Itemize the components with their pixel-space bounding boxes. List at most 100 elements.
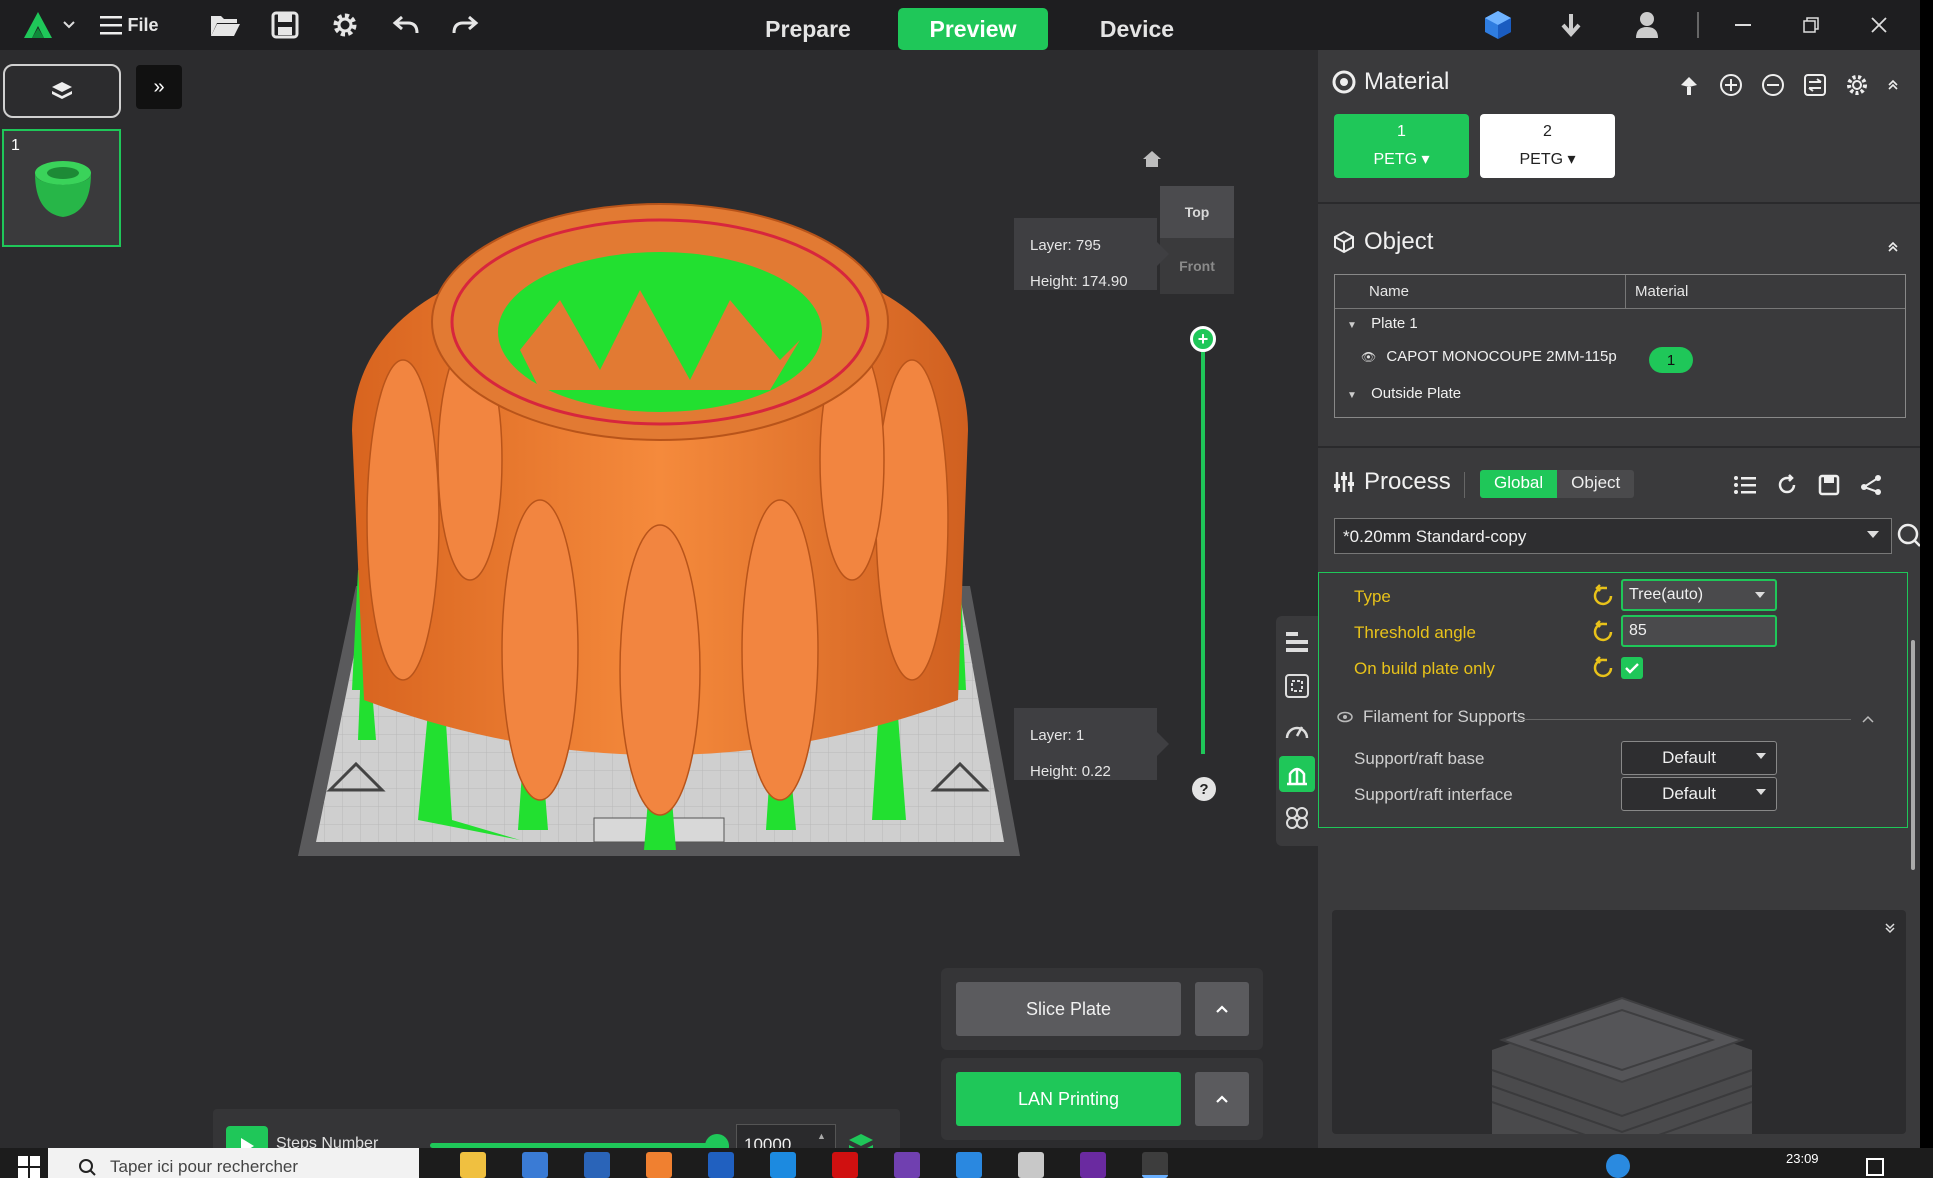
windows-start-icon[interactable] (18, 1156, 40, 1178)
view-cube-front[interactable]: Front (1160, 238, 1234, 294)
compare-presets-button[interactable] (1772, 470, 1802, 500)
play-button[interactable] (226, 1126, 268, 1148)
layers-stack-icon[interactable] (847, 1131, 875, 1148)
object-row[interactable]: 👁 CAPOT MONOCOUPE 2MM-115p (1361, 348, 1617, 365)
account-button[interactable] (1632, 8, 1662, 42)
gallery-icon[interactable] (894, 1152, 920, 1178)
firefox-icon[interactable] (646, 1152, 672, 1178)
save-preset-button[interactable] (1814, 470, 1844, 500)
file-explorer-icon[interactable] (460, 1152, 486, 1178)
close-button[interactable] (1854, 8, 1904, 42)
on-build-plate-checkbox[interactable] (1621, 657, 1643, 679)
model-store-button[interactable] (1480, 8, 1516, 42)
support-base-select[interactable]: Default (1621, 741, 1777, 775)
threshold-angle-input[interactable]: 85 (1621, 615, 1777, 647)
object-material-badge[interactable]: 1 (1649, 347, 1693, 373)
speed-view-button[interactable] (1279, 712, 1315, 748)
add-filament-button[interactable] (1716, 70, 1746, 100)
layer-slider-track[interactable] (1201, 338, 1205, 754)
eye-icon[interactable]: 👁 (1361, 350, 1376, 364)
undo-button[interactable] (389, 8, 423, 42)
app-grid-icon[interactable] (708, 1152, 734, 1178)
slice-options-button[interactable] (1195, 982, 1249, 1036)
plate-thumbnail[interactable]: 1 (2, 129, 121, 247)
reset-arrow-icon[interactable] (1591, 655, 1617, 681)
spin-up-icon[interactable]: ▲ (817, 1129, 826, 1144)
notepad-icon[interactable] (1018, 1152, 1044, 1178)
lan-printing-button[interactable]: LAN Printing (956, 1072, 1181, 1126)
column-name[interactable]: Name (1369, 283, 1409, 300)
minus-circle-icon (1762, 74, 1784, 96)
save-project-button[interactable] (268, 8, 302, 42)
legend-toggle-button[interactable] (1279, 624, 1315, 660)
expand-sidebar-button[interactable]: » (136, 65, 182, 109)
reset-arrow-icon[interactable] (1591, 583, 1617, 609)
outside-plate-row[interactable]: ▼ Outside Plate (1347, 385, 1461, 402)
fit-view-button[interactable] (1279, 668, 1315, 704)
preferences-button[interactable] (328, 8, 362, 42)
edge-icon[interactable] (956, 1152, 982, 1178)
expand-triangle-icon[interactable]: ▼ (1347, 390, 1357, 401)
search-settings-button[interactable] (1894, 520, 1920, 550)
home-view-icon[interactable] (1141, 148, 1163, 170)
yahoo-icon[interactable] (1080, 1152, 1106, 1178)
minimize-button[interactable] (1718, 8, 1768, 42)
column-material[interactable]: Material (1635, 283, 1688, 300)
expand-triangle-icon[interactable]: ▼ (1347, 320, 1357, 331)
view-cube[interactable]: Top Front (1160, 186, 1234, 296)
store-icon[interactable] (522, 1152, 548, 1178)
restore-button[interactable] (1786, 8, 1836, 42)
steps-slider-handle[interactable] (705, 1134, 729, 1148)
help-tray-icon[interactable] (1606, 1154, 1630, 1178)
taskbar-search-input[interactable]: Taper ici pour rechercher (48, 1148, 419, 1178)
slicer-taskbar-icon[interactable] (1142, 1152, 1168, 1178)
filament-slot-2[interactable]: 2 PETG ▾ (1480, 114, 1615, 178)
steps-spinner[interactable]: ▲▼ (817, 1129, 826, 1148)
plate-list-toggle[interactable] (3, 64, 121, 118)
reset-arrow-icon[interactable] (1591, 619, 1617, 645)
list-icon (1734, 476, 1756, 494)
filament-slot-type[interactable]: PETG ▾ (1373, 146, 1429, 174)
filament-settings-button[interactable] (1842, 70, 1872, 100)
remove-filament-button[interactable] (1758, 70, 1788, 100)
filament-supports-header[interactable]: Filament for Supports (1337, 707, 1902, 737)
chevron-up-icon[interactable] (1862, 715, 1874, 723)
arrange-button[interactable] (1279, 800, 1315, 836)
help-button[interactable]: ? (1192, 777, 1216, 801)
filament-slot-type[interactable]: PETG ▾ (1519, 146, 1575, 174)
support-view-button[interactable] (1279, 756, 1315, 792)
filament-slot-1[interactable]: 1 PETG ▾ (1334, 114, 1469, 178)
sync-filament-button[interactable] (1800, 70, 1830, 100)
open-project-button[interactable] (207, 8, 243, 42)
chevron-up-icon (1216, 1095, 1228, 1103)
settings-scrollbar[interactable] (1911, 640, 1915, 870)
scope-object-button[interactable]: Object (1557, 470, 1635, 498)
tab-prepare[interactable]: Prepare (733, 8, 883, 50)
app-logo-menu[interactable] (20, 8, 78, 42)
layer-slider-top-handle[interactable]: + (1190, 326, 1216, 352)
file-menu-button[interactable]: File (96, 8, 162, 42)
opera-icon[interactable] (832, 1152, 858, 1178)
taskbar-clock[interactable]: 23:09 (1786, 1151, 1819, 1166)
mail-icon[interactable] (584, 1152, 610, 1178)
redo-button[interactable] (448, 8, 482, 42)
print-options-button[interactable] (1195, 1072, 1249, 1126)
support-interface-select[interactable]: Default (1621, 777, 1777, 811)
support-type-select[interactable]: Tree(auto) (1621, 579, 1777, 611)
collapse-object-button[interactable] (1878, 232, 1908, 262)
support-interface-label: Support/raft interface (1354, 785, 1513, 804)
chat-icon[interactable] (770, 1152, 796, 1178)
process-preset-select[interactable]: *0.20mm Standard-copy (1334, 518, 1892, 554)
scope-global-button[interactable]: Global (1480, 470, 1558, 498)
collapse-material-button[interactable] (1878, 70, 1908, 100)
share-preset-button[interactable] (1856, 470, 1886, 500)
tab-device[interactable]: Device (1062, 8, 1212, 50)
slice-plate-button[interactable]: Slice Plate (956, 982, 1181, 1036)
notification-icon[interactable] (1866, 1158, 1884, 1176)
advanced-list-button[interactable] (1730, 470, 1760, 500)
download-button[interactable] (1556, 8, 1586, 42)
view-cube-top[interactable]: Top (1160, 186, 1234, 238)
plate-row[interactable]: ▼ Plate 1 (1347, 315, 1418, 332)
tab-preview[interactable]: Preview (898, 8, 1048, 50)
paint-material-button[interactable] (1674, 70, 1704, 100)
